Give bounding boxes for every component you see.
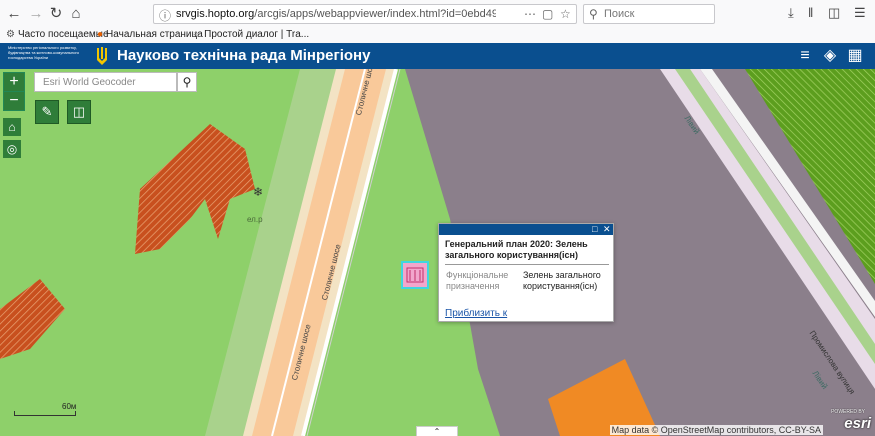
browser-toolbar: ← → ↻ ⌂ ⓘ srvgis.hopto.org/arcgis/apps/w… xyxy=(0,0,875,29)
popup-header: □ ✕ xyxy=(439,224,613,235)
pocket-icon[interactable]: ▢ xyxy=(542,7,553,21)
search-input[interactable]: ⚲ Поиск xyxy=(583,4,715,24)
home-icon[interactable]: ⌂ xyxy=(66,4,86,24)
url-host: srvgis.hopto.org xyxy=(176,8,255,20)
scale-bar xyxy=(14,411,76,416)
bookmark-frequent[interactable]: ⚙ Часто посещаемые xyxy=(6,29,109,40)
bookmark-dialog[interactable]: ☼ Простой диалог | Tra... xyxy=(192,29,309,40)
small-map-label: ел.р xyxy=(247,215,263,224)
home-icon: ⌂ xyxy=(8,120,16,134)
more-icon[interactable]: ⋯ xyxy=(524,7,536,21)
bookmarks-bar: ⚙ Часто посещаемые ● Начальная страница ☼ П… xyxy=(0,28,875,44)
maximize-icon[interactable]: □ xyxy=(592,224,597,235)
info-popup: □ ✕ Генеральний план 2020: Зелень загаль… xyxy=(438,223,614,322)
trident-logo xyxy=(97,47,107,65)
download-icon[interactable]: ⤓ xyxy=(788,5,794,21)
geocoder-input[interactable]: Esri World Geocoder xyxy=(34,72,177,92)
zoom-in-button[interactable]: + xyxy=(3,72,25,92)
overview-button[interactable]: ◫ xyxy=(67,100,91,124)
scale-label: 60м xyxy=(62,402,77,411)
search-placeholder: Поиск xyxy=(604,8,635,20)
grid-icon[interactable]: ▦ xyxy=(846,47,864,65)
firefox-icon: ● xyxy=(97,29,104,40)
sidebar-icon[interactable]: ◫ xyxy=(828,5,840,21)
bookmark-start[interactable]: ● Начальная страница xyxy=(97,29,203,40)
app-header: Міністерство регіонального розвитку, буд… xyxy=(0,43,875,69)
home-button[interactable]: ⌂ xyxy=(3,118,21,136)
menu-icon[interactable]: ☰ xyxy=(854,5,866,21)
reload-icon[interactable]: ↻ xyxy=(46,4,66,24)
locate-button[interactable]: ◎ xyxy=(3,140,21,158)
locate-icon: ◎ xyxy=(6,142,18,156)
draw-button[interactable]: ✎ xyxy=(35,100,59,124)
info-icon[interactable]: ⓘ xyxy=(159,7,171,24)
layers-icon[interactable]: ◈ xyxy=(821,47,839,65)
back-icon[interactable]: ← xyxy=(4,4,24,24)
pencil-icon: ✎ xyxy=(41,104,53,119)
close-icon[interactable]: ✕ xyxy=(603,224,611,235)
zoom-out-button[interactable]: − xyxy=(3,91,25,111)
geocoder-search-button[interactable]: ⚲ xyxy=(177,72,197,92)
ministry-text: Міністерство регіонального розвитку, буд… xyxy=(8,45,80,60)
poi-marker: ❄ xyxy=(253,185,263,199)
window-icon: ◫ xyxy=(72,104,86,119)
expand-panel-button[interactable]: ⌃ xyxy=(416,426,458,436)
popup-field-label: Функціональне призначення xyxy=(446,270,509,291)
url-bar[interactable]: ⓘ srvgis.hopto.org/arcgis/apps/webappvie… xyxy=(153,4,577,24)
bookmark-label: Простой диалог | Tra... xyxy=(204,29,310,40)
esri-logo: esri xyxy=(844,415,871,432)
chevron-up-icon: ⌃ xyxy=(433,427,441,436)
forward-icon[interactable]: → xyxy=(26,4,46,24)
popup-field-value: Зелень загального користування(існ) xyxy=(523,270,601,291)
list-icon[interactable]: ≡ xyxy=(796,47,814,65)
bookmark-label: Часто посещаемые xyxy=(17,29,109,40)
library-icon[interactable]: ‖ xyxy=(808,5,813,20)
zoom-to-link[interactable]: Приблизить к xyxy=(445,308,507,319)
map-view[interactable]: ❄ Столичне шосе Столичне шосе Столичне ш… xyxy=(0,69,875,436)
attribution: Map data © OpenStreetMap contributors, C… xyxy=(609,425,823,435)
geocoder-placeholder: Esri World Geocoder xyxy=(43,77,136,88)
search-icon: ⚲ xyxy=(182,75,192,89)
popup-title: Генеральний план 2020: Зелень загального… xyxy=(445,239,588,260)
page-icon: ☼ xyxy=(192,29,202,40)
bookmark-label: Начальная страница xyxy=(106,29,203,40)
popup-divider xyxy=(445,264,609,265)
url-path: /arcgis/apps/webappviewer/index.html?id=… xyxy=(254,8,496,20)
url-text: srvgis.hopto.org/arcgis/apps/webappviewe… xyxy=(176,8,496,20)
bookmark-star-icon[interactable]: ☆ xyxy=(560,7,571,21)
search-icon: ⚲ xyxy=(589,7,598,21)
gear-icon: ⚙ xyxy=(6,29,15,40)
app-title: Науково технічна рада Мінрегіону xyxy=(117,47,371,64)
